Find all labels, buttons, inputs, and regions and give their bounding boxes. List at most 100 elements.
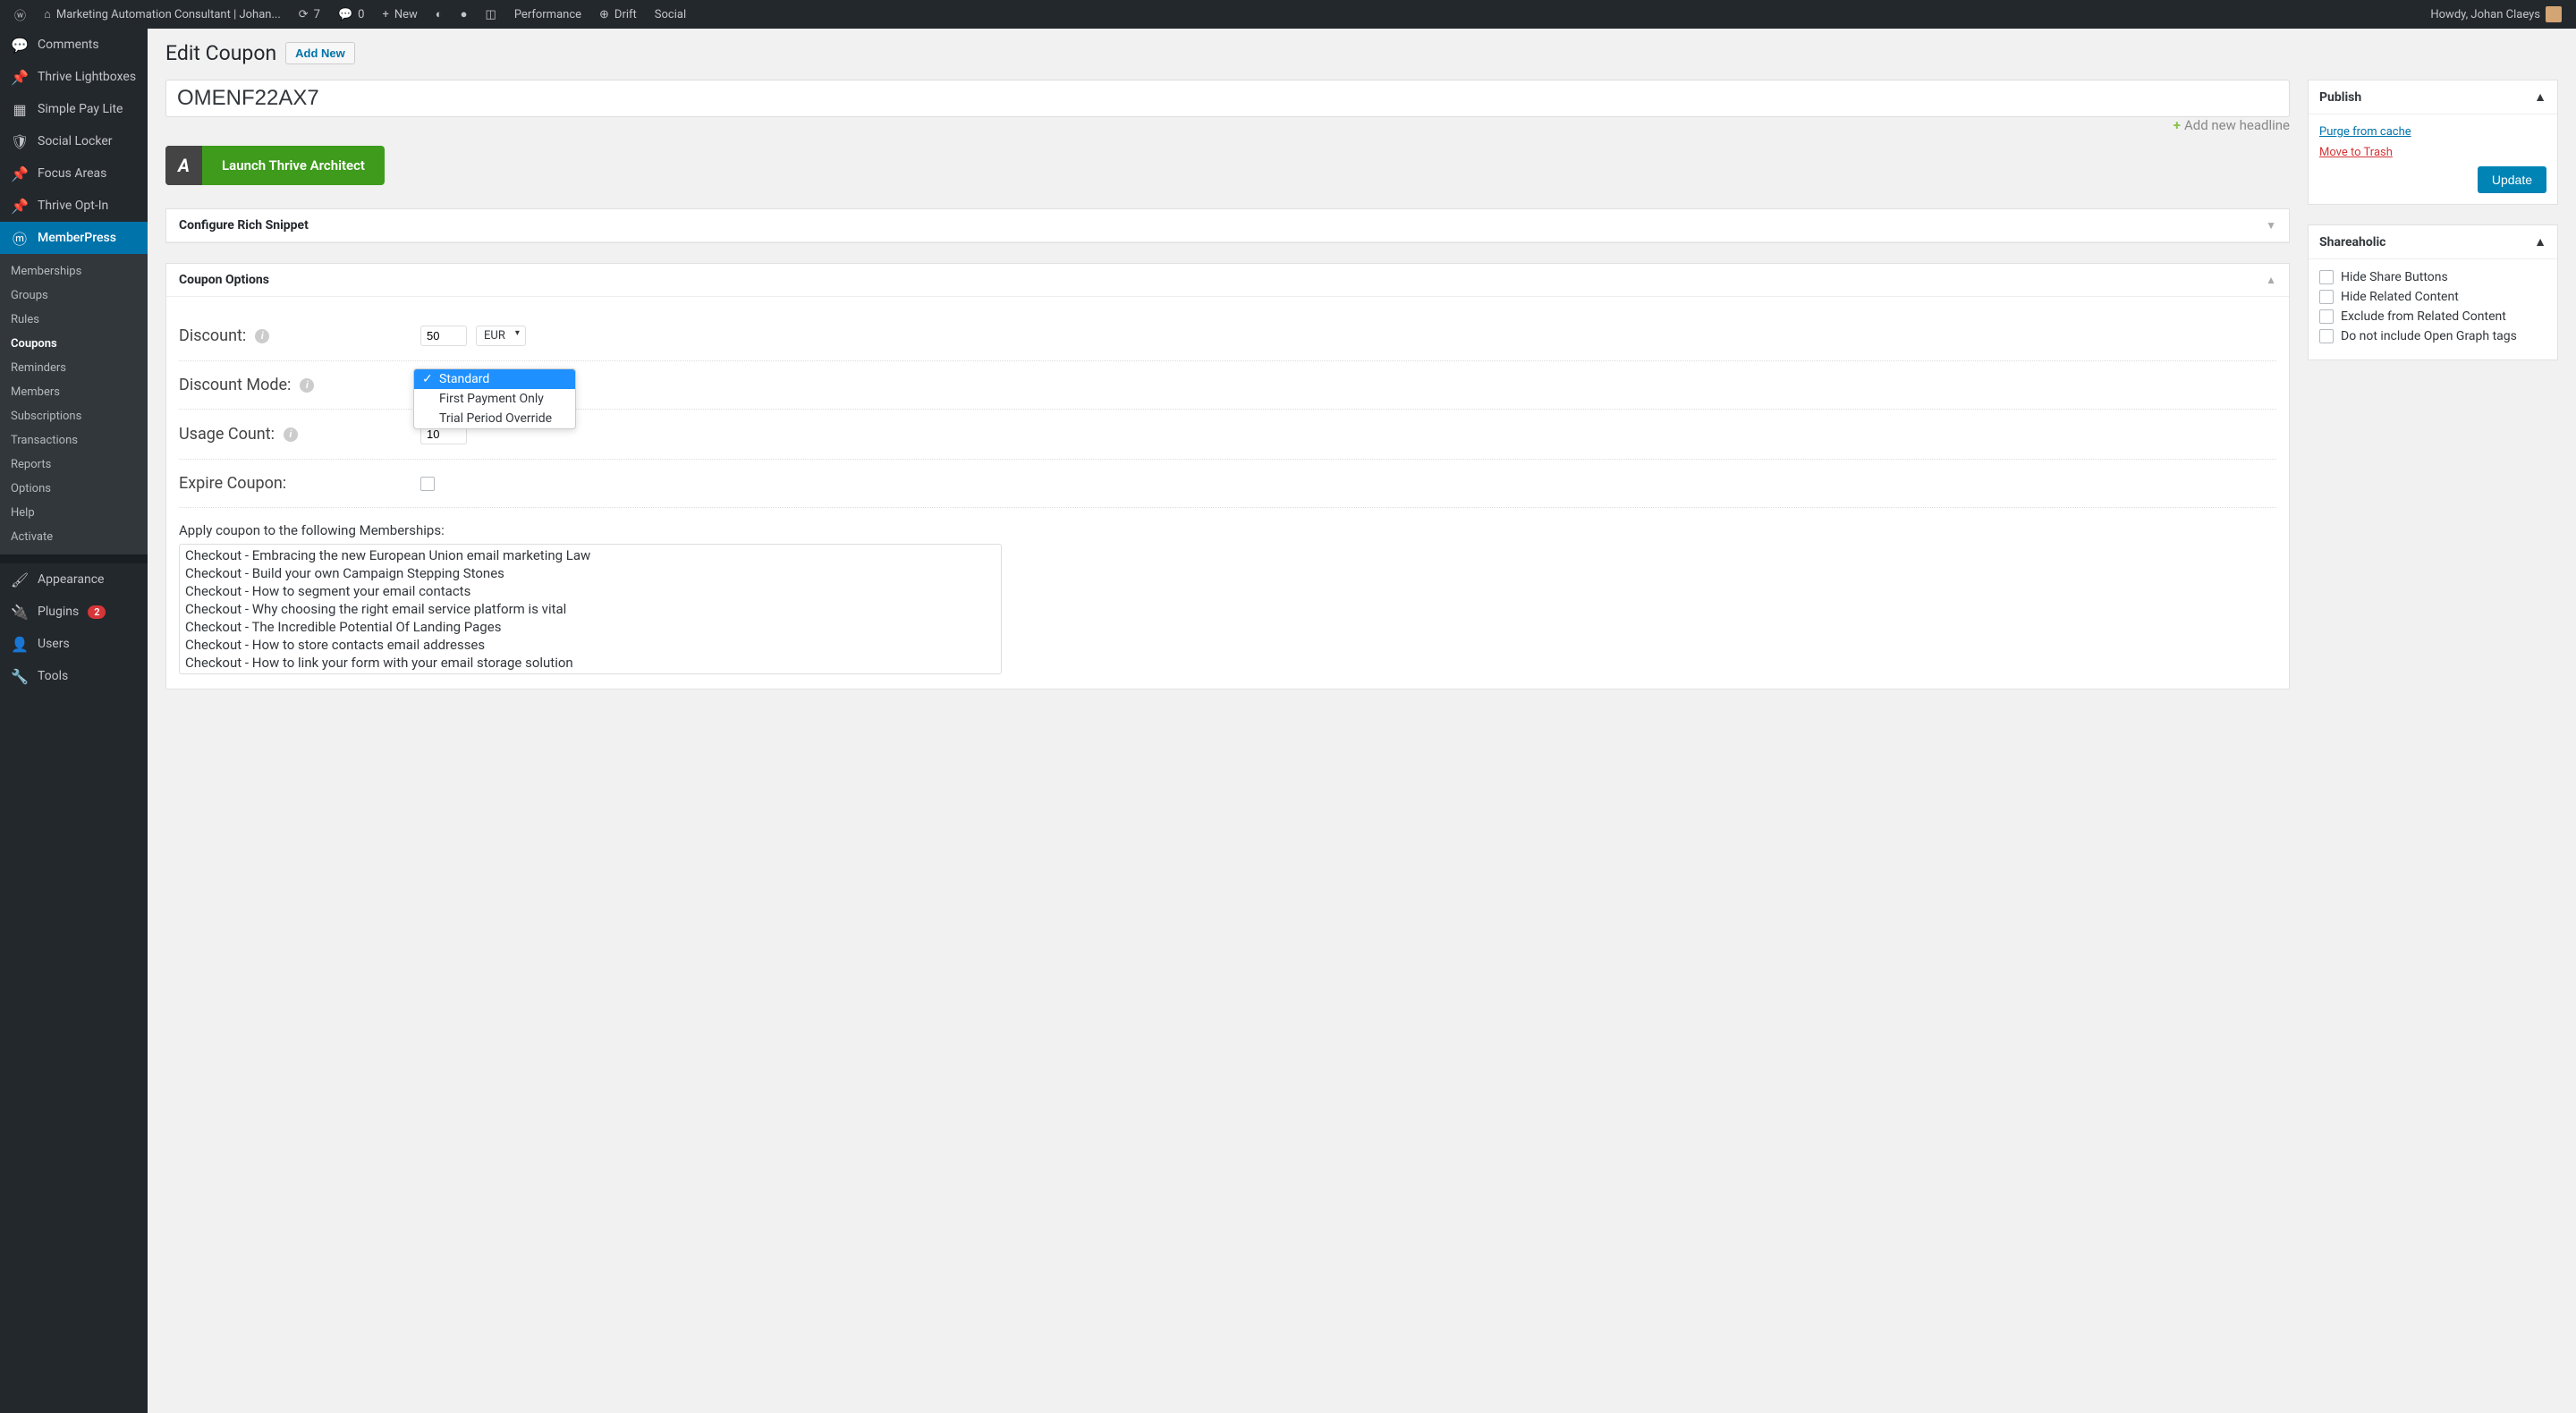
info-icon[interactable]: i: [300, 378, 314, 393]
submenu-subscriptions[interactable]: Subscriptions: [0, 404, 148, 428]
move-to-trash-link[interactable]: Move to Trash: [2319, 146, 2546, 159]
admin-bar: ⓦ ⌂Marketing Automation Consultant | Joh…: [0, 0, 2576, 29]
submenu-reports[interactable]: Reports: [0, 453, 148, 477]
discount-mode-dropdown: Standard First Payment Only Trial Period…: [413, 368, 576, 429]
membership-option[interactable]: Checkout - How to store contacts email a…: [182, 636, 999, 654]
plus-icon: +: [382, 8, 388, 21]
sidebar-simple-pay[interactable]: ▦Simple Pay Lite: [0, 93, 148, 125]
coupon-title-input[interactable]: [165, 80, 2290, 117]
sidebar-users[interactable]: 👤Users: [0, 628, 148, 660]
sidebar-tools[interactable]: 🔧Tools: [0, 660, 148, 692]
plugin-badge: 2: [88, 605, 106, 619]
updates[interactable]: ⟳7: [292, 0, 327, 29]
submenu-groups[interactable]: Groups: [0, 283, 148, 308]
sidebar-comments[interactable]: 💬Comments: [0, 29, 148, 61]
w3tc-icon[interactable]: ◫: [479, 0, 504, 29]
submenu-transactions[interactable]: Transactions: [0, 428, 148, 453]
submenu-memberships[interactable]: Memberships: [0, 259, 148, 283]
memberships-select[interactable]: Checkout - Embracing the new European Un…: [179, 544, 1002, 674]
hide-related-checkbox[interactable]: [2319, 290, 2334, 304]
coupon-options-header[interactable]: Coupon Options ▲: [166, 264, 2289, 297]
sidebar-thrive-lightboxes[interactable]: 📌Thrive Lightboxes: [0, 61, 148, 93]
update-button[interactable]: Update: [2478, 166, 2546, 193]
sidebar-appearance[interactable]: 🖌Appearance: [0, 563, 148, 596]
avatar: [2546, 6, 2562, 22]
sidebar-plugins[interactable]: 🔌Plugins2: [0, 596, 148, 628]
coupon-options-panel: Coupon Options ▲ Discount:i EUR Discount…: [165, 263, 2290, 690]
sidebar-separator: [0, 554, 148, 563]
wordpress-icon: ⓦ: [14, 6, 26, 23]
sidebar-memberpress[interactable]: ⓜMemberPress: [0, 222, 148, 254]
shareaholic-header[interactable]: Shareaholic ▲: [2309, 225, 2557, 259]
pin-icon: 📌: [11, 197, 29, 215]
discount-input[interactable]: [420, 326, 467, 346]
sidebar-focus-areas[interactable]: 📌Focus Areas: [0, 157, 148, 190]
publish-header[interactable]: Publish ▲: [2309, 80, 2557, 114]
yoast-icon[interactable]: ◐: [428, 0, 450, 29]
publish-panel: Publish ▲ Purge from cache Move to Trash…: [2308, 80, 2558, 205]
chevron-down-icon: ▼: [2266, 219, 2276, 232]
mode-option-standard[interactable]: Standard: [414, 369, 575, 389]
plugin-icon: 🔌: [11, 603, 29, 621]
info-icon[interactable]: i: [284, 427, 298, 442]
wrench-icon: 🔧: [11, 667, 29, 685]
plus-icon: +: [2174, 117, 2181, 133]
no-opengraph-checkbox[interactable]: [2319, 329, 2334, 343]
currency-select[interactable]: EUR: [476, 326, 526, 346]
memberpress-icon: ⓜ: [11, 229, 29, 247]
exclude-related-checkbox[interactable]: [2319, 309, 2334, 324]
rich-snippet-panel: Configure Rich Snippet ▼: [165, 208, 2290, 243]
discount-mode-row: Discount Mode:i Standard First Payment O…: [179, 361, 2276, 410]
refresh-icon: ⟳: [299, 8, 309, 21]
comment-icon: 💬: [11, 36, 29, 54]
site-name[interactable]: ⌂Marketing Automation Consultant | Johan…: [37, 0, 288, 29]
expire-checkbox[interactable]: [420, 477, 435, 491]
pin-icon: 📌: [11, 68, 29, 86]
chevron-up-icon: ▲: [2266, 274, 2276, 286]
shield-icon: 🛡: [11, 132, 29, 150]
purge-cache-link[interactable]: Purge from cache: [2319, 125, 2546, 139]
main-content: Edit Coupon Add New +Add new headline A …: [148, 29, 2576, 1413]
bar-comments[interactable]: 💬0: [331, 0, 372, 29]
memberships-label: Apply coupon to the following Membership…: [179, 522, 2276, 538]
user-icon: 👤: [11, 635, 29, 653]
brush-icon: 🖌: [11, 571, 29, 588]
pin-icon: 📌: [11, 165, 29, 182]
launch-thrive-button[interactable]: A Launch Thrive Architect: [165, 146, 385, 185]
mode-option-first-payment[interactable]: First Payment Only: [414, 389, 575, 409]
membership-option[interactable]: Checkout - Embracing the new European Un…: [182, 546, 999, 564]
submenu-reminders[interactable]: Reminders: [0, 356, 148, 380]
chevron-up-icon: ▲: [2534, 89, 2546, 105]
membership-option[interactable]: Checkout - The Incredible Potential Of L…: [182, 618, 999, 636]
shareaholic-panel: Shareaholic ▲ Hide Share Buttons Hide Re…: [2308, 224, 2558, 360]
chevron-up-icon: ▲: [2534, 234, 2546, 250]
membership-option[interactable]: Checkout - Build your own Campaign Stepp…: [182, 564, 999, 582]
submenu-options[interactable]: Options: [0, 477, 148, 501]
membership-option[interactable]: Checkout - Why choosing the right email …: [182, 600, 999, 618]
new-content[interactable]: +New: [375, 0, 424, 29]
home-icon: ⌂: [44, 7, 51, 21]
performance[interactable]: Performance: [507, 0, 589, 29]
submenu-rules[interactable]: Rules: [0, 308, 148, 332]
admin-sidebar: 💬Comments 📌Thrive Lightboxes ▦Simple Pay…: [0, 29, 148, 1413]
drift[interactable]: ⊕Drift: [592, 0, 644, 29]
my-account[interactable]: Howdy, Johan Claeys: [2423, 0, 2569, 29]
info-icon[interactable]: i: [255, 329, 269, 343]
membership-option[interactable]: Checkout - How to segment your email con…: [182, 582, 999, 600]
page-title: Edit Coupon: [165, 41, 276, 65]
mode-option-trial-override[interactable]: Trial Period Override: [414, 409, 575, 428]
membership-option[interactable]: Checkout - How to link your form with yo…: [182, 654, 999, 672]
rich-snippet-header[interactable]: Configure Rich Snippet ▼: [166, 209, 2289, 242]
submenu-members[interactable]: Members: [0, 380, 148, 404]
sidebar-social-locker[interactable]: 🛡Social Locker: [0, 125, 148, 157]
submenu-activate[interactable]: Activate: [0, 525, 148, 549]
submenu-coupons[interactable]: Coupons: [0, 332, 148, 356]
add-headline-link[interactable]: +Add new headline: [165, 117, 2290, 133]
submenu-help[interactable]: Help: [0, 501, 148, 525]
wp-logo[interactable]: ⓦ: [7, 0, 33, 29]
hide-share-checkbox[interactable]: [2319, 270, 2334, 284]
dot-icon[interactable]: ●: [453, 0, 475, 29]
sidebar-thrive-optin[interactable]: 📌Thrive Opt-In: [0, 190, 148, 222]
add-new-button[interactable]: Add New: [285, 42, 355, 64]
social[interactable]: Social: [648, 0, 693, 29]
